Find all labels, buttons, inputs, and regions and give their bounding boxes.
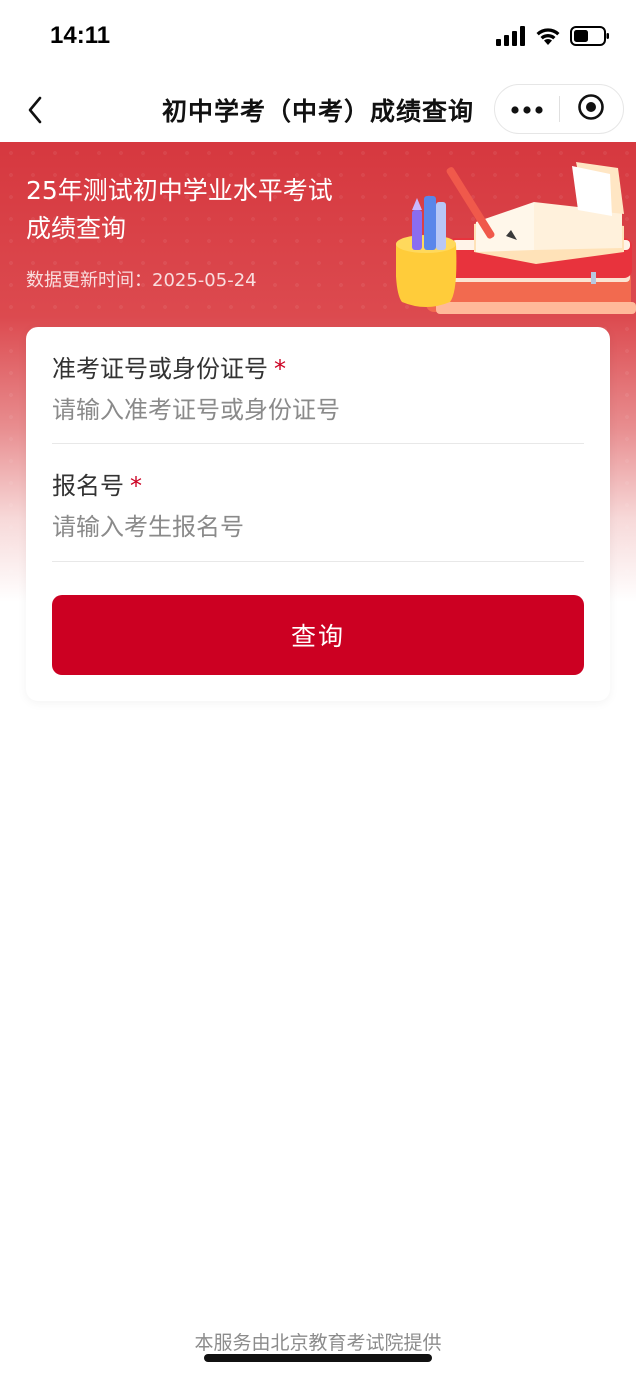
admission-or-id-field: 准考证号或身份证号 * [52, 327, 584, 444]
admission-or-id-label-text: 准考证号或身份证号 [52, 355, 268, 383]
home-indicator[interactable] [204, 1354, 432, 1362]
admission-or-id-input[interactable] [52, 393, 584, 427]
registration-number-label-text: 报名号 [52, 472, 124, 500]
query-form-card: 准考证号或身份证号* 报名号* 查询 [26, 327, 610, 701]
more-button[interactable] [495, 85, 559, 133]
data-update-time: 数据更新时间：2025-05-24 [26, 266, 257, 292]
registration-number-label: 报名号 * [52, 466, 142, 501]
mini-program-capsule [494, 84, 624, 134]
books-and-pencil-cup-illustration [395, 152, 636, 352]
cellular-signal-icon [496, 26, 526, 50]
exam-title: 25年测试初中学业水平考试 成绩查询 [26, 176, 333, 243]
status-bar: 14:11 [0, 0, 636, 78]
query-button[interactable]: 查询 [52, 595, 584, 675]
wifi-icon [534, 26, 562, 50]
data-update-date: 2025-05-24 [152, 270, 257, 291]
close-mini-program-button[interactable] [560, 85, 624, 133]
registration-number-input[interactable] [52, 510, 584, 544]
admission-or-id-label: 准考证号或身份证号 * [52, 349, 286, 384]
target-circle-icon [577, 93, 605, 125]
more-dots-icon [511, 100, 543, 119]
data-update-label: 数据更新时间： [26, 270, 152, 291]
status-time: 14:11 [50, 22, 111, 49]
registration-number-field: 报名号 * [52, 444, 584, 562]
status-icons [496, 26, 610, 50]
service-provider-text: 本服务由北京教育考试院提供 [194, 1332, 442, 1354]
required-mark: * [130, 472, 142, 500]
battery-icon [570, 26, 610, 50]
nav-bar: 初中学考（中考）成绩查询 [0, 78, 636, 142]
required-mark: * [274, 355, 286, 383]
